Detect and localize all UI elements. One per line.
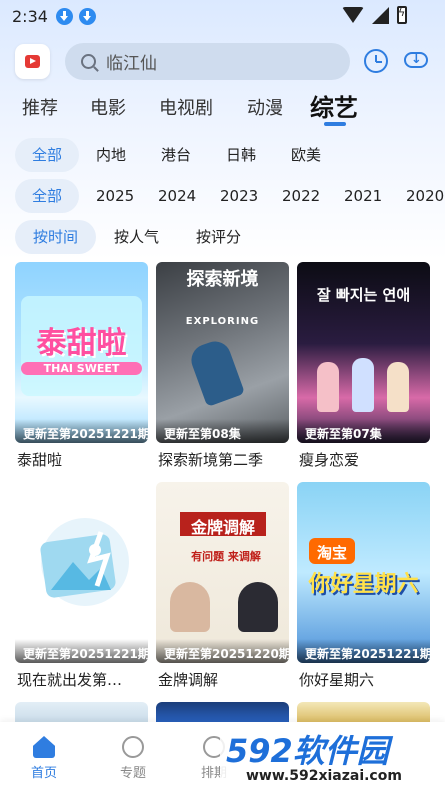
card-title: 瘦身恋爱 xyxy=(299,451,360,469)
home-icon xyxy=(33,736,55,758)
watermark-logo: 592软件园 xyxy=(226,732,389,770)
poster-image: 更新至第20251221期 xyxy=(15,482,148,663)
sort-chip[interactable]: 按时间 xyxy=(15,220,96,254)
tab-movie[interactable]: 电影 xyxy=(90,94,126,120)
search-input[interactable]: 临江仙 xyxy=(65,43,350,80)
card-title: 现在就出发第… xyxy=(17,671,123,689)
history-icon[interactable] xyxy=(364,49,388,73)
poster-subtitle: THAI SWEET xyxy=(21,362,142,375)
poster-image: 淘宝 你好星期六 更新至第20251221期 xyxy=(297,482,430,663)
signal-icon xyxy=(372,6,389,24)
update-badge: 更新至第20251221期 xyxy=(15,639,148,663)
region-chip[interactable]: 日韩 xyxy=(226,138,256,172)
update-badge: 更新至第20251220期 xyxy=(156,639,289,663)
poster-image: 金牌调解 有问题 来调解 更新至第20251220期 xyxy=(156,482,289,663)
active-tab-indicator xyxy=(324,122,346,126)
update-badge: 更新至第07集 xyxy=(297,419,430,443)
card-title: 你好星期六 xyxy=(299,671,375,689)
year-chip[interactable]: 2020 xyxy=(406,179,444,213)
poster-image xyxy=(15,702,148,724)
region-chip[interactable]: 全部 xyxy=(15,138,79,172)
cloud-download-icon[interactable] xyxy=(404,52,428,68)
tab-anime[interactable]: 动漫 xyxy=(247,94,283,120)
poster-title: 金牌调解 xyxy=(190,518,255,537)
nav-label: 专题 xyxy=(119,766,146,781)
poster-image: 泰甜啦 THAI SWEET 更新至第20251221期 xyxy=(15,262,148,443)
play-icon xyxy=(25,55,40,68)
card-title: 泰甜啦 xyxy=(17,451,63,469)
card-title: 探索新境第二季 xyxy=(158,451,264,469)
watermark-url: www.592xiazai.com xyxy=(246,768,402,784)
poster-title: 你好星期六 xyxy=(308,572,419,597)
region-chip[interactable]: 港台 xyxy=(161,138,191,172)
poster-image xyxy=(297,702,430,724)
nav-home[interactable]: 首页 xyxy=(14,736,74,781)
sort-filter-row: 按时间 按人气 按评分 xyxy=(0,220,445,254)
year-chip[interactable]: 全部 xyxy=(15,179,79,213)
card-title: 金牌调解 xyxy=(158,671,219,689)
region-chip[interactable]: 内地 xyxy=(96,138,126,172)
battery-icon xyxy=(397,6,407,24)
poster-title: 泰甜啦 xyxy=(36,326,127,361)
update-badge: 更新至第08集 xyxy=(156,419,289,443)
sort-chip[interactable]: 按评分 xyxy=(196,220,241,254)
status-icons xyxy=(342,6,407,24)
year-filter-row: 全部 2025 2024 2023 2022 2021 2020 xyxy=(0,179,445,213)
status-time: 2:34 xyxy=(12,6,48,26)
search-text: 临江仙 xyxy=(106,54,157,74)
category-tabs: 推荐 电影 电视剧 动漫 综艺 xyxy=(0,88,445,128)
poster-title: 探索新境 xyxy=(186,269,259,290)
update-badge: 更新至第20251221期 xyxy=(297,639,430,663)
watermark: 592软件园 www.592xiazai.com xyxy=(220,724,445,791)
tab-recommend[interactable]: 推荐 xyxy=(22,94,58,120)
poster-image: 잘 빠지는 연애 更新至第07集 xyxy=(297,262,430,443)
placeholder-image-icon xyxy=(40,518,129,606)
download-icon xyxy=(55,7,73,25)
poster-subtitle: 有问题 来调解 xyxy=(191,550,261,563)
poster-badge: 淘宝 xyxy=(316,544,347,562)
sort-chip[interactable]: 按人气 xyxy=(114,220,159,254)
trend-icon xyxy=(122,736,144,758)
year-chip[interactable]: 2023 xyxy=(220,179,258,213)
tab-tv[interactable]: 电视剧 xyxy=(159,94,213,120)
nav-label: 首页 xyxy=(30,766,57,781)
poster-image: 探索新境 EXPLORING 更新至第08集 xyxy=(156,262,289,443)
poster-title: 잘 빠지는 연애 xyxy=(316,286,411,304)
download-icon xyxy=(78,7,96,25)
poster-subtitle: EXPLORING xyxy=(185,316,260,327)
year-chip[interactable]: 2022 xyxy=(282,179,320,213)
year-chip[interactable]: 2021 xyxy=(344,179,382,213)
update-badge: 更新至第20251221期 xyxy=(15,419,148,443)
app-logo[interactable] xyxy=(15,44,50,79)
year-chip[interactable]: 2024 xyxy=(158,179,196,213)
wifi-icon xyxy=(342,7,364,23)
search-icon xyxy=(81,54,96,69)
region-chip[interactable]: 欧美 xyxy=(291,138,321,172)
region-filter-row: 全部 内地 港台 日韩 欧美 xyxy=(0,138,445,172)
year-chip[interactable]: 2025 xyxy=(96,179,134,213)
nav-topics[interactable]: 专题 xyxy=(103,736,163,781)
poster-image xyxy=(156,702,289,724)
tab-variety[interactable]: 综艺 xyxy=(310,88,358,123)
